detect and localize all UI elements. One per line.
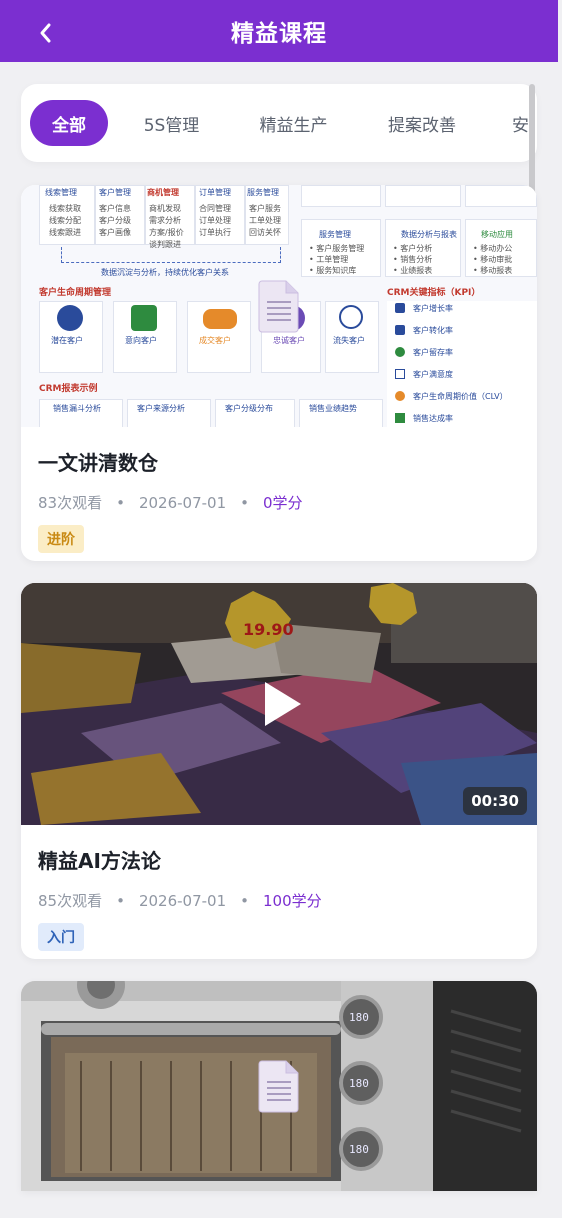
thumb-text: 客户转化率 [413, 326, 453, 335]
document-icon [258, 280, 299, 333]
category-tabs: 全部 5S管理 精益生产 提案改善 安 [21, 84, 537, 162]
level-badge: 进阶 [38, 525, 84, 553]
tab-5s[interactable]: 5S管理 [108, 100, 235, 146]
course-title: 一文讲清数仓 [38, 451, 158, 475]
video-duration: 00:30 [463, 787, 527, 815]
thumb-text: 服务管理 [319, 230, 351, 239]
view-count: 85次观看 [38, 892, 103, 910]
play-icon[interactable] [249, 674, 309, 734]
thumb-text: 流失客户 [333, 336, 365, 345]
thumb-text: 潜在客户 [51, 336, 83, 345]
credits: 0学分 [263, 494, 303, 512]
course-thumbnail: 180 180 180 [21, 981, 537, 1191]
thumb-text: 线索管理 [45, 188, 77, 197]
thumb-text: 客户满意度 [413, 370, 453, 379]
course-card[interactable]: 线索管理 客户管理 商机管理 订单管理 服务管理 线索获取 线索分配 线索跟进 客户… [21, 185, 537, 561]
thumb-text: 商机管理 [147, 188, 179, 197]
thumb-text: 客户生命周期管理 [39, 288, 112, 298]
tab-lean-production[interactable]: 精益生产 [235, 100, 352, 146]
publish-date: 2026-07-01 [138, 891, 227, 910]
thumb-text: 服务管理 [247, 188, 279, 197]
thumb-text: 忠诚客户 [273, 336, 305, 345]
thumb-text: 销售漏斗分析 [53, 404, 101, 413]
course-card[interactable]: 180 180 180 [21, 981, 537, 1191]
meta-separator: • [116, 891, 125, 910]
thumb-text: 意向客户 [125, 336, 157, 345]
level-badge: 入门 [38, 923, 84, 951]
dial-display: 180 [349, 1077, 369, 1090]
course-card[interactable]: 19.90 00:30 精益AI方法论 85次观看 • 2026-07-01 •… [21, 583, 537, 959]
thumb-text: 客户留存率 [413, 348, 453, 357]
thumb-text: 数据分析与报表 [401, 230, 457, 239]
meta-separator: • [240, 493, 249, 512]
page-title: 精益课程 [231, 21, 327, 47]
thumb-text: CRM关键指标（KPI） [387, 288, 481, 298]
thumb-text: 移动应用 [481, 230, 513, 239]
thumb-text: 销售达成率 [413, 414, 453, 423]
dial-display: 180 [349, 1143, 369, 1156]
document-icon [258, 1060, 299, 1113]
course-thumbnail: 19.90 00:30 [21, 583, 537, 825]
course-title: 精益AI方法论 [38, 849, 161, 873]
course-thumbnail: 线索管理 客户管理 商机管理 订单管理 服务管理 线索获取 线索分配 线索跟进 客户… [21, 185, 537, 427]
thumb-text: 订单管理 [199, 188, 231, 197]
app-header: 精益课程 [0, 0, 558, 62]
publish-date: 2026-07-01 [138, 493, 227, 512]
view-count: 83次观看 [38, 494, 103, 512]
dial-display: 180 [349, 1011, 369, 1024]
thumb-text: 客户来源分析 [137, 404, 185, 413]
back-button[interactable] [30, 18, 60, 48]
meta-separator: • [116, 493, 125, 512]
thumb-text: 客户增长率 [413, 304, 453, 313]
meta-separator: • [240, 891, 249, 910]
thumb-text: CRM报表示例 [39, 384, 98, 394]
tab-proposal-improvement[interactable]: 提案改善 [352, 100, 492, 146]
chevron-left-icon [40, 23, 51, 43]
thumb-text: 客户分级分布 [225, 404, 273, 413]
thumb-text: 销售业绩趋势 [309, 404, 357, 413]
thumb-text: 客户管理 [99, 188, 131, 197]
thumb-text: 数据沉淀与分析，持续优化客户关系 [101, 268, 229, 277]
tab-all[interactable]: 全部 [30, 100, 108, 146]
thumb-text: 成交客户 [199, 336, 231, 345]
thumb-text: 客户生命周期价值（CLV） [413, 392, 508, 401]
credits: 100学分 [263, 892, 322, 910]
